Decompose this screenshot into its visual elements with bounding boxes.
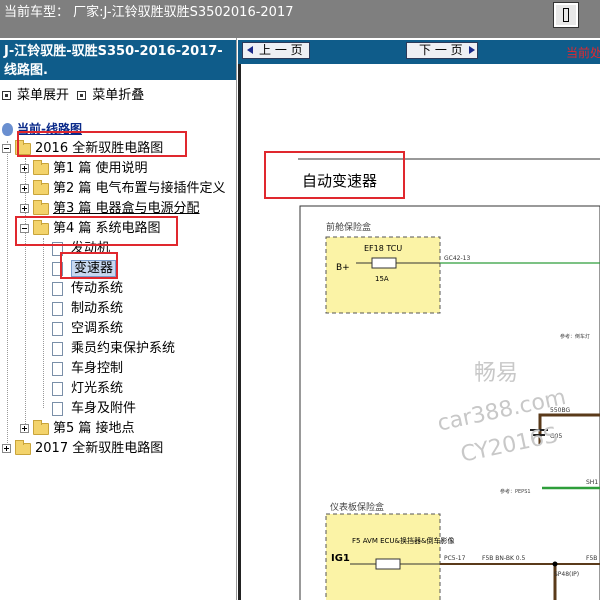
tree-leaf-body-control[interactable]: 车身控制: [52, 360, 123, 378]
document-icon: [52, 281, 63, 296]
tree-leaf-body-accessories[interactable]: 车身及附件: [52, 400, 136, 418]
folder-icon: [33, 159, 49, 175]
globe-icon: [2, 123, 13, 136]
wire4-code: PC5-17: [444, 555, 466, 562]
diagram-title: 自动变速器: [302, 172, 377, 190]
menu-collapse[interactable]: 菜单折叠: [77, 88, 144, 103]
folder-icon: [33, 419, 49, 435]
collapse-icon: [77, 91, 87, 100]
current-car-label: 当前车型： 厂家:J-江铃驭胜驭胜S3502016-2017: [4, 5, 294, 20]
wiring-diagram: 自动变速器 前舱保险盒 EF18 TCU B+ 15A GC42-13 参考：倒…: [264, 151, 600, 600]
sidebar-title: J-江铃驭胜-驭胜S350-2016-2017- 线路图.: [0, 40, 236, 80]
expand-toggle-icon[interactable]: [2, 444, 11, 453]
expand-toggle-icon[interactable]: [20, 184, 29, 193]
tree-node-ch2[interactable]: 第2 篇 电气布置与接插件定义: [20, 179, 226, 198]
collapse-toggle-icon[interactable]: [2, 144, 11, 153]
fuse1-symbol: [371, 257, 397, 269]
top-bar: 当前车型： 厂家:J-江铃驭胜驭胜S3502016-2017: [0, 0, 600, 38]
menu-expand[interactable]: 菜单展开: [2, 88, 69, 103]
expand-toggle-icon[interactable]: [20, 204, 29, 213]
wire6-code: F5B: [586, 555, 597, 562]
tree-leaf-brake[interactable]: 制动系统: [52, 300, 123, 318]
prev-page-button[interactable]: 上 一 页: [242, 42, 310, 59]
document-icon: [52, 341, 63, 356]
window-nav-button[interactable]: [553, 2, 579, 28]
wire3-code: SH1: [586, 479, 598, 486]
expand-icon: [2, 91, 11, 100]
fuse1-terminal: B+: [336, 263, 350, 273]
fuse1-rating: 15A: [375, 275, 389, 283]
splice-node: [552, 561, 558, 567]
fuse1-name: EF18 TCU: [364, 244, 402, 253]
tree-leaf-drivetrain[interactable]: 传动系统: [52, 280, 123, 298]
folder-icon: [33, 199, 49, 215]
panel-fuse-box-label: 仪表板保险盒: [330, 501, 384, 513]
window-nav-icon: [563, 8, 569, 22]
tree-node-2017[interactable]: 2017 全新驭胜电路图: [2, 439, 163, 458]
fuse2-symbol: [375, 558, 401, 570]
splice-code: SP48(IP): [554, 571, 579, 578]
fuse2-name: F5 AVM ECU&换挡器&倒车影像: [352, 536, 454, 545]
document-icon: [52, 321, 63, 336]
expand-toggle-icon[interactable]: [20, 424, 29, 433]
highlight-box-ch4: [15, 216, 178, 246]
tree-node-ch5[interactable]: 第5 篇 接地点: [20, 419, 135, 438]
arrow-right-icon: [469, 46, 475, 54]
wire5-code: F5B BN-BK 0.5: [482, 555, 526, 562]
sidebar: J-江铃驭胜-驭胜S350-2016-2017- 线路图. 菜单展开 菜单折叠 …: [0, 38, 237, 600]
folder-icon: [15, 439, 31, 455]
tree-node-ch1[interactable]: 第1 篇 使用说明: [20, 159, 148, 178]
document-icon: [52, 401, 63, 416]
highlight-box-2016: [17, 131, 187, 157]
folder-icon: [33, 179, 49, 195]
tree-leaf-ac[interactable]: 空调系统: [52, 320, 123, 338]
fuse2-terminal: IG1: [331, 553, 350, 564]
ref2-text: 参考：PEPS1: [500, 488, 531, 495]
ref1-text: 参考：倒车灯: [560, 333, 590, 340]
content-panel: 上 一 页 下 一 页 当前处 自动变速器 前舱保险盒 EF18 TCU B+ …: [238, 38, 600, 600]
document-icon: [52, 301, 63, 316]
watermark-line-1: 畅易: [474, 361, 518, 386]
watermark-line-3: CY2016S: [459, 423, 560, 468]
current-position-label: 当前处: [566, 46, 600, 60]
menu-controls: 菜单展开 菜单折叠: [2, 84, 144, 103]
document-icon: [52, 381, 63, 396]
tree-leaf-restraint[interactable]: 乘员约束保护系统: [52, 340, 175, 358]
highlight-box-transmission: [60, 252, 118, 279]
expand-toggle-icon[interactable]: [20, 164, 29, 173]
document-icon: [52, 361, 63, 376]
next-page-button[interactable]: 下 一 页: [406, 42, 478, 59]
arrow-left-icon: [247, 46, 253, 54]
wire1-code: GC42-13: [444, 255, 470, 262]
front-fuse-box-label: 前舱保险盒: [326, 221, 371, 233]
tree-leaf-lighting[interactable]: 灯光系统: [52, 380, 123, 398]
